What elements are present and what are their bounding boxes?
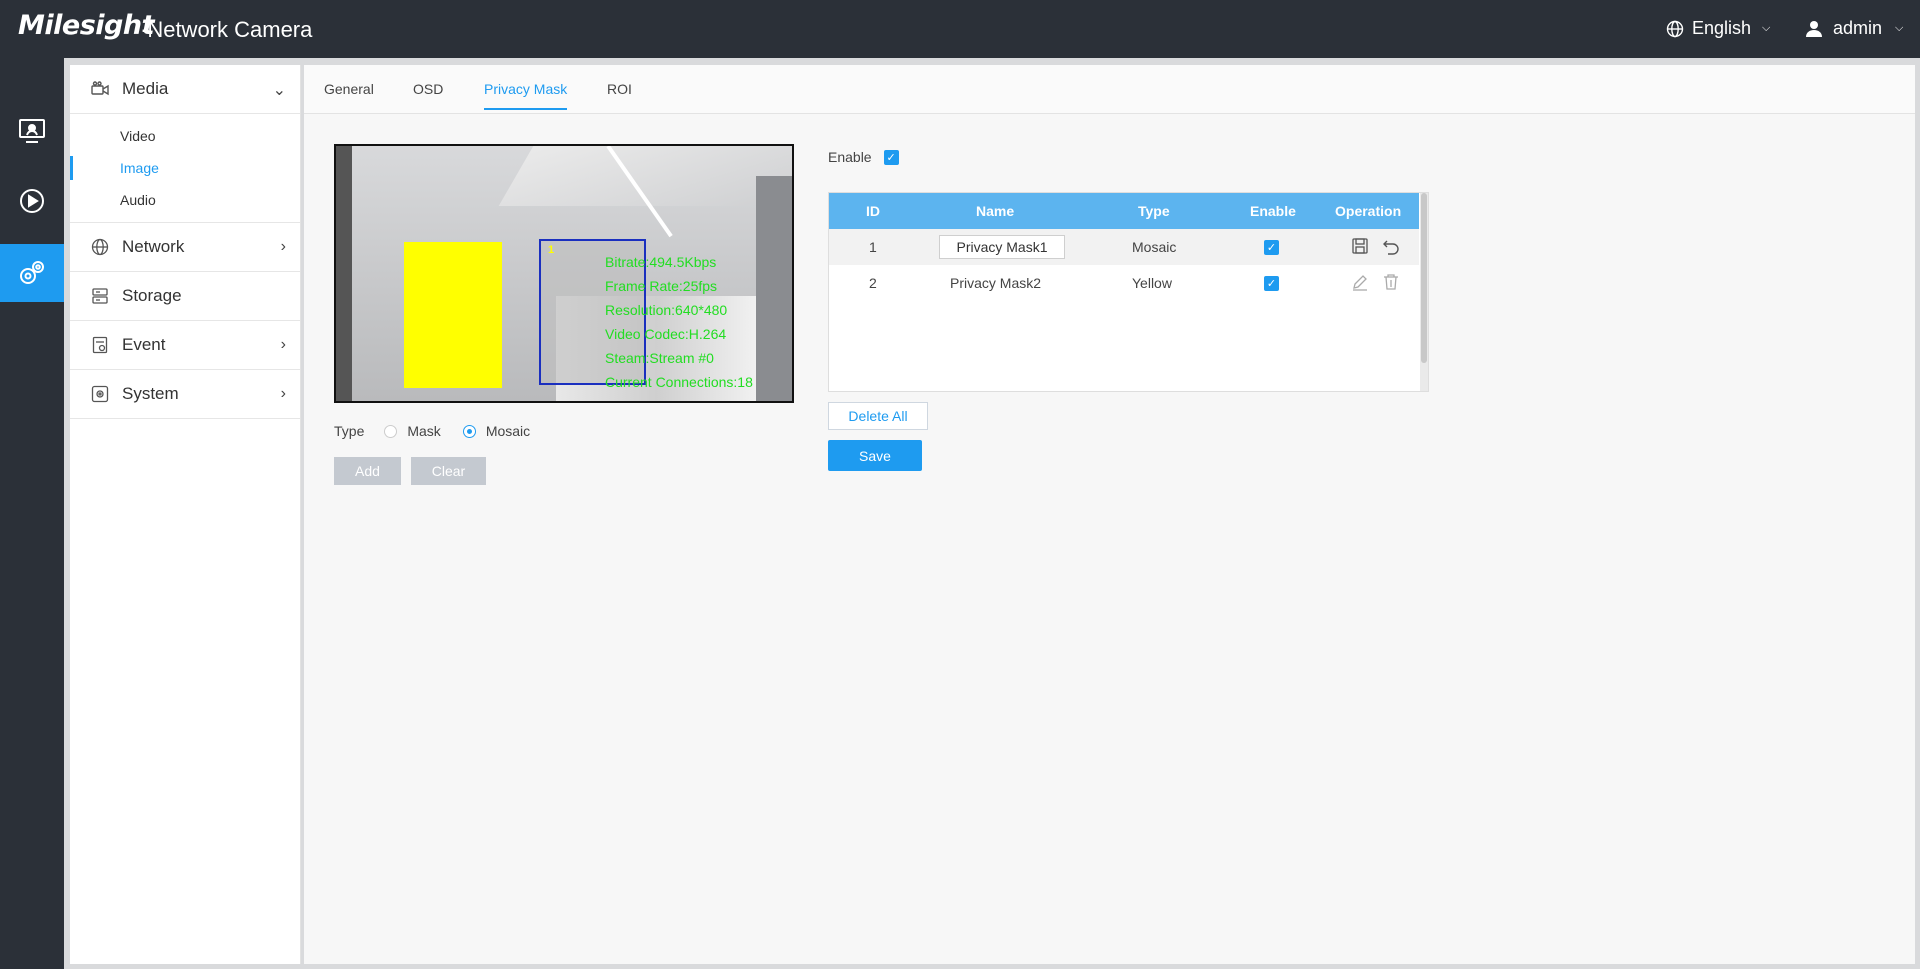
sidebar-item-system[interactable]: System › [70,370,300,419]
radio-mask[interactable] [384,424,398,438]
table-row: 1 Privacy Mask1 Mosaic ✓ [829,229,1419,265]
sidebar-item-audio[interactable]: Audio [70,184,300,216]
preview-scene [756,176,792,401]
delete-all-button[interactable]: Delete All [828,402,928,430]
sidebar-item-image[interactable]: Image [70,152,300,184]
tab-roi[interactable]: ROI [607,81,632,108]
rail-playback[interactable] [0,172,64,230]
main-panel: General OSD Privacy Mask ROI 1 Bitrate:4… [304,65,1915,964]
storage-icon [90,286,110,306]
tab-osd[interactable]: OSD [413,81,443,108]
header-operation: Operation [1335,203,1402,219]
sidebar-item-label: Event [122,335,166,354]
sidebar-item-media[interactable]: Media ⌄ [70,65,300,114]
table-header: ID Name Type Enable Operation [829,193,1419,229]
language-selector[interactable]: English ⌵ [1666,18,1770,39]
product-name: ·Network Camera [140,17,313,42]
tab-general[interactable]: General [324,81,374,108]
osd-line: Resolution:640*480 [605,302,728,318]
mask-type-row: Type Mask Mosaic [334,423,530,439]
sidebar-item-label: System [122,384,179,403]
preview-scene [336,146,352,401]
osd-line: Frame Rate:25fps [605,278,718,294]
delete-icon[interactable] [1382,273,1400,291]
user-name: admin [1833,18,1883,38]
radio-mosaic[interactable] [462,424,476,438]
sidebar-item-label: Media [122,79,169,98]
osd-line: Current Connections:18 [605,374,753,390]
sidebar-item-label: Network [122,237,185,256]
sidebar-item-video[interactable]: Video [70,120,300,152]
add-button[interactable]: Add [334,457,401,485]
rail-settings[interactable] [0,244,64,302]
osd-overlay: Bitrate:494.5Kbps Frame Rate:25fps Resol… [605,250,753,394]
save-button[interactable]: Save [828,440,922,471]
osd-line: Bitrate:494.5Kbps [605,254,717,270]
undo-icon[interactable] [1382,237,1400,255]
event-icon [90,335,110,355]
save-icon[interactable] [1351,237,1369,255]
sidebar-item-label: Storage [122,286,182,305]
chevron-right-icon: › [280,238,286,255]
row-id: 2 [869,275,877,291]
enable-row: Enable ✓ [828,149,899,165]
row-type: Yellow [1132,275,1172,291]
enable-checkbox[interactable]: ✓ [883,149,899,165]
row-name: Privacy Mask2 [950,275,1042,291]
left-rail [0,58,64,969]
mask-name-input[interactable]: Privacy Mask1 [939,235,1065,259]
chevron-down-icon: ⌄ [272,82,286,99]
tab-bar: General OSD Privacy Mask ROI [304,65,1915,114]
camera-icon [90,79,110,99]
table-scrollbar[interactable] [1420,193,1428,391]
header-id: ID [866,203,880,219]
row-enable-checkbox[interactable]: ✓ [1264,240,1279,255]
settings-sidebar: Media ⌄ Video Image Audio Network › Stor… [70,65,301,964]
settings-icon [20,261,44,284]
brand-logo: Milesight [18,10,154,41]
video-preview[interactable]: 1 Bitrate:494.5Kbps Frame Rate:25fps Res… [334,144,794,403]
row-enable-checkbox[interactable]: ✓ [1264,276,1279,291]
enable-label: Enable [828,149,872,165]
chevron-down-icon: ⌵ [1762,22,1771,34]
media-submenu: Video Image Audio [70,114,300,223]
type-label: Type [334,423,365,439]
system-icon [90,384,110,404]
header-type: Type [1138,203,1170,219]
top-bar: Milesight ·Network Camera English ⌵ admi… [0,0,1920,58]
radio-mask-label: Mask [407,423,441,439]
mask-id-label: 1 [548,244,555,256]
scrollbar-thumb[interactable] [1421,193,1427,363]
rail-live-view[interactable] [0,102,64,160]
osd-line: Steam:Stream #0 [605,350,714,366]
sidebar-item-event[interactable]: Event › [70,321,300,370]
clear-button[interactable]: Clear [411,457,486,485]
user-menu[interactable]: admin ⌵ [1805,18,1903,39]
edit-icon[interactable] [1351,273,1369,291]
header-name: Name [976,203,1015,219]
header-enable: Enable [1250,203,1296,219]
table-row: 2 Privacy Mask2 Yellow ✓ [829,265,1419,301]
user-icon [1806,20,1822,37]
globe-icon [90,237,110,257]
radio-mosaic-label: Mosaic [485,423,531,439]
live-view-icon [19,119,45,143]
osd-line: Video Codec:H.264 [605,326,727,342]
chevron-right-icon: › [280,336,286,353]
sidebar-item-storage[interactable]: Storage [70,272,300,321]
sidebar-item-network[interactable]: Network › [70,223,300,272]
language-label: English [1692,18,1752,38]
playback-icon [20,189,44,213]
privacy-mask-area-2[interactable] [404,242,502,388]
tab-privacy-mask[interactable]: Privacy Mask [484,81,568,110]
chevron-down-icon: ⌵ [1895,22,1904,34]
row-type: Mosaic [1132,239,1177,255]
chevron-right-icon: › [280,385,286,402]
row-id: 1 [869,239,877,255]
globe-icon [1666,20,1684,37]
privacy-mask-table: ID Name Type Enable Operation 1 Privacy … [828,192,1429,392]
